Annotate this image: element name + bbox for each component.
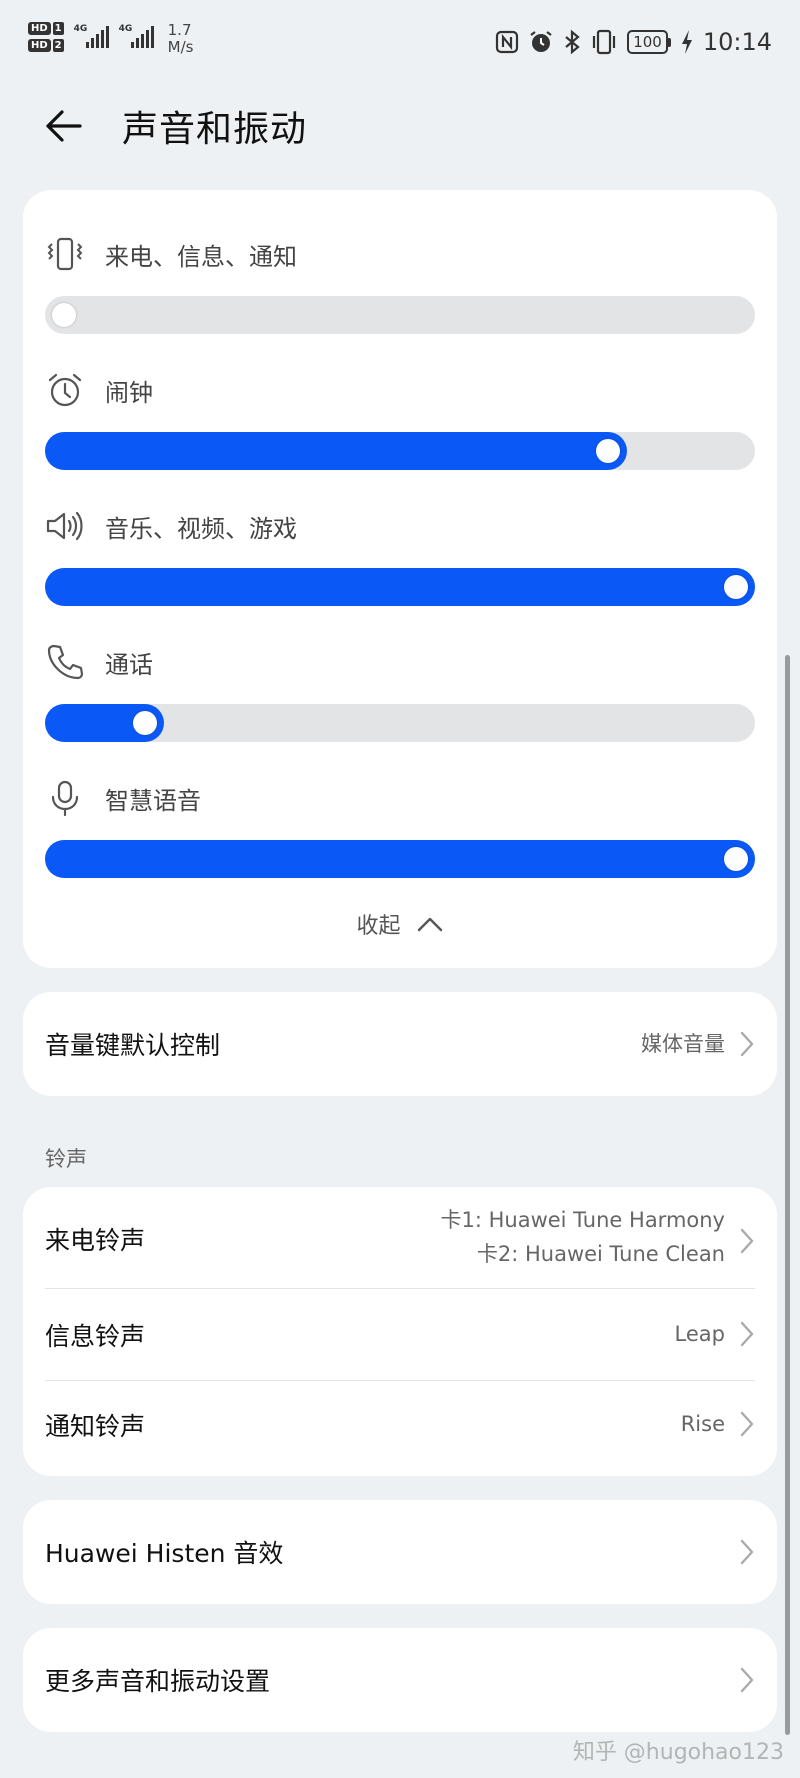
chevron-right-icon (740, 1667, 754, 1693)
slider-knob[interactable] (132, 711, 157, 735)
status-bar-left: HD 1 HD 2 4G 4G 1.7 M/s (28, 22, 193, 56)
row-title: 来电铃声 (45, 1226, 146, 1255)
slider-knob[interactable] (724, 575, 748, 599)
volume-slider-voice[interactable] (45, 840, 755, 878)
section-label-ringtone: 铃声 (45, 1147, 87, 1171)
notification-ringtone-row[interactable]: 通知铃声 Rise (23, 1381, 777, 1476)
sim1-signal-icon: 4G (74, 22, 109, 48)
row-title: 音量键默认控制 (45, 1031, 221, 1060)
volume-key-card: 音量键默认控制 媒体音量 (23, 992, 777, 1096)
speaker-icon (45, 506, 85, 546)
sim2-signal-icon: 4G (119, 22, 154, 48)
alarm-icon (530, 31, 552, 52)
network-speed: 1.7 M/s (167, 21, 194, 56)
sim2-ringtone: 卡2: Huawei Tune Clean (476, 1242, 725, 1266)
clock: 10:14 (702, 28, 772, 56)
volume-slider-alarm[interactable] (45, 432, 755, 470)
more-settings-row[interactable]: 更多声音和振动设置 (23, 1628, 777, 1732)
slider-fill (45, 840, 755, 878)
sim2-hd-badge: HD 2 (28, 39, 64, 52)
sim-indicators: HD 1 HD 2 (28, 22, 64, 52)
chevron-right-icon (740, 1228, 754, 1254)
slider-knob[interactable] (52, 303, 76, 327)
volume-label: 智慧语音 (105, 786, 201, 815)
row-title: 信息铃声 (45, 1322, 146, 1351)
sim1-hd-badge: HD 1 (28, 22, 64, 35)
page-header: 声音和振动 (0, 90, 800, 160)
volume-item-media: 音乐、视频、游戏 (45, 506, 755, 624)
volume-label: 通话 (105, 650, 153, 679)
histen-card: Huawei Histen 音效 (23, 1500, 777, 1604)
chevron-right-icon (740, 1411, 754, 1437)
alarm-clock-icon (45, 370, 85, 410)
battery-icon: 100 (627, 30, 671, 54)
volume-item-ring: 来电、信息、通知 (45, 234, 755, 352)
volume-card: 来电、信息、通知 闹钟 音乐、视频、游戏 通话 智慧语音 收起 (23, 190, 777, 968)
slider-knob[interactable] (724, 847, 748, 871)
status-bar-right: 100 10:14 (495, 28, 772, 56)
volume-item-voice: 智慧语音 (45, 778, 755, 896)
volume-key-row[interactable]: 音量键默认控制 媒体音量 (23, 992, 777, 1096)
chevron-up-icon (417, 917, 442, 932)
back-button[interactable] (40, 102, 88, 150)
nfc-icon (496, 30, 519, 54)
row-value: 媒体音量 (641, 1032, 725, 1056)
bluetooth-icon (565, 29, 580, 55)
row-value: Leap (674, 1322, 725, 1346)
incoming-ringtone-row[interactable]: 来电铃声 卡1: Huawei Tune Harmony 卡2: Huawei … (23, 1187, 777, 1287)
microphone-icon (45, 778, 85, 818)
volume-item-call: 通话 (45, 642, 755, 760)
chevron-right-icon (740, 1321, 754, 1347)
chevron-right-icon (740, 1539, 754, 1565)
histen-row[interactable]: Huawei Histen 音效 (23, 1500, 777, 1604)
slider-fill (45, 432, 628, 470)
volume-item-alarm: 闹钟 (45, 370, 755, 488)
status-bar: HD 1 HD 2 4G 4G 1.7 M/s 100 10:14 (0, 0, 800, 80)
row-title: 通知铃声 (45, 1412, 146, 1441)
back-arrow-icon (46, 110, 82, 142)
vibrate-icon (45, 234, 85, 274)
watermark: 知乎 @hugohao123 (572, 1740, 784, 1765)
collapse-button[interactable]: 收起 (23, 908, 777, 940)
phone-icon (45, 642, 85, 682)
vibrate-icon (593, 29, 616, 55)
volume-slider-media[interactable] (45, 568, 755, 606)
volume-slider-call[interactable] (45, 704, 755, 742)
volume-label: 音乐、视频、游戏 (105, 514, 297, 543)
row-title: 更多声音和振动设置 (45, 1667, 271, 1696)
page-title: 声音和振动 (122, 109, 308, 150)
row-title: Huawei Histen 音效 (45, 1539, 284, 1568)
volume-label: 来电、信息、通知 (105, 242, 297, 271)
message-ringtone-row[interactable]: 信息铃声 Leap (23, 1289, 777, 1379)
volume-slider-ring[interactable] (45, 296, 755, 334)
more-settings-card: 更多声音和振动设置 (23, 1628, 777, 1732)
slider-fill (45, 568, 755, 606)
scrollbar[interactable] (785, 655, 790, 1735)
ringtone-card: 来电铃声 卡1: Huawei Tune Harmony 卡2: Huawei … (23, 1187, 777, 1476)
collapse-label: 收起 (356, 914, 401, 939)
volume-label: 闹钟 (105, 378, 153, 407)
chevron-right-icon (740, 1031, 754, 1057)
charging-icon (681, 30, 692, 54)
battery-level: 100 (627, 30, 668, 54)
sim1-ringtone: 卡1: Huawei Tune Harmony (440, 1208, 725, 1232)
row-value: Rise (680, 1412, 725, 1436)
row-value: 卡1: Huawei Tune Harmony 卡2: Huawei Tune … (440, 1203, 725, 1271)
